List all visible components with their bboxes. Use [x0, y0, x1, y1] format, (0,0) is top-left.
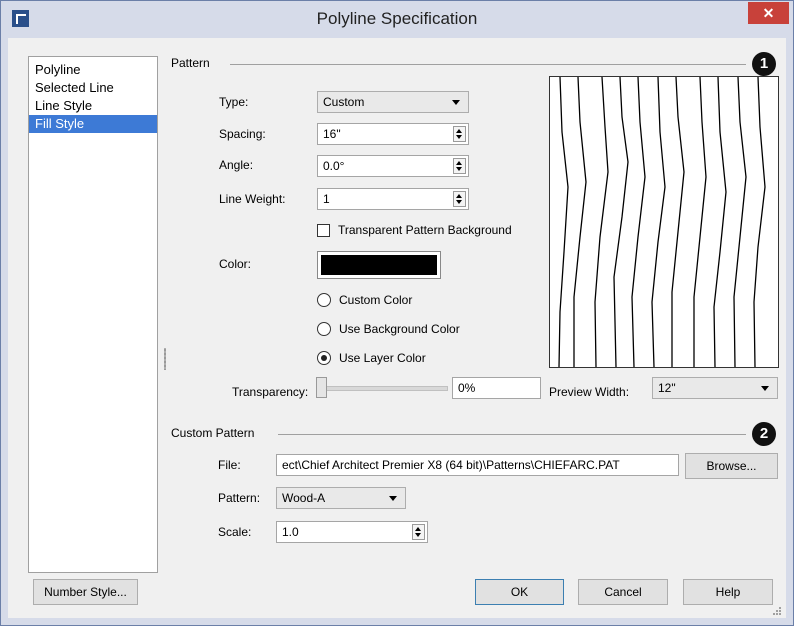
- callout-badge-1: 1: [752, 52, 776, 76]
- browse-button[interactable]: Browse...: [685, 453, 778, 479]
- pattern-value: Wood-A: [282, 491, 326, 505]
- spinner-icon[interactable]: [412, 524, 425, 540]
- radio-custom-color[interactable]: [317, 293, 331, 307]
- transparency-slider[interactable]: [318, 386, 448, 391]
- color-fill: [321, 255, 437, 275]
- type-dropdown[interactable]: Custom: [317, 91, 469, 113]
- color-swatch[interactable]: [317, 251, 441, 279]
- scale-label: Scale:: [218, 525, 252, 539]
- close-button[interactable]: ✕: [748, 2, 789, 24]
- title-bar: Polyline Specification ✕: [1, 1, 793, 37]
- custom-pattern-divider: [278, 434, 746, 435]
- spinner-icon[interactable]: [453, 191, 466, 207]
- angle-label: Angle:: [219, 158, 254, 172]
- pattern-dropdown[interactable]: Wood-A: [276, 487, 406, 509]
- background-color-label: Use Background Color: [339, 322, 460, 336]
- resize-grip-icon[interactable]: [772, 604, 782, 615]
- spacing-field[interactable]: 16": [317, 123, 469, 145]
- type-value: Custom: [323, 95, 365, 109]
- preview-width-dropdown[interactable]: 12": [652, 377, 778, 399]
- pattern-preview-graphic: [558, 76, 766, 368]
- angle-field[interactable]: 0.0°: [317, 155, 469, 177]
- transparency-label: Transparency:: [232, 385, 309, 399]
- spacing-value: 16": [323, 127, 341, 141]
- number-style-button[interactable]: Number Style...: [33, 579, 138, 605]
- dialog-body: Polyline Selected Line Line Style Fill S…: [8, 38, 786, 618]
- callout-badge-2: 2: [752, 422, 776, 446]
- dropdown-arrow-icon: [452, 100, 460, 105]
- spinner-icon[interactable]: [453, 158, 466, 174]
- line-weight-label: Line Weight:: [219, 192, 286, 206]
- pattern-group-label: Pattern: [171, 56, 210, 70]
- preview-width-value: 12": [658, 381, 676, 395]
- dropdown-arrow-icon: [761, 386, 769, 391]
- custom-pattern-group-label: Custom Pattern: [171, 426, 255, 440]
- sidebar-item-fill-style[interactable]: Fill Style: [29, 115, 157, 133]
- line-weight-field[interactable]: 1: [317, 188, 469, 210]
- preview-width-label: Preview Width:: [549, 385, 630, 399]
- help-button[interactable]: Help: [683, 579, 773, 605]
- transparency-slider-thumb[interactable]: [316, 377, 327, 398]
- file-label: File:: [218, 458, 241, 472]
- close-icon: ✕: [762, 5, 775, 21]
- file-path-field[interactable]: ect\Chief Architect Premier X8 (64 bit)\…: [276, 454, 679, 476]
- dialog-window: Polyline Specification ✕ Polyline Select…: [0, 0, 794, 626]
- spacing-label: Spacing:: [219, 127, 266, 141]
- type-label: Type:: [219, 95, 249, 109]
- ok-button[interactable]: OK: [475, 579, 564, 605]
- pattern-label: Pattern:: [218, 491, 261, 505]
- custom-color-label: Custom Color: [339, 293, 413, 307]
- file-path-value: ect\Chief Architect Premier X8 (64 bit)\…: [282, 458, 620, 472]
- layer-color-label: Use Layer Color: [339, 351, 426, 365]
- color-label: Color:: [219, 257, 252, 271]
- scale-value: 1.0: [282, 525, 299, 539]
- sidebar-item-selected-line[interactable]: Selected Line: [29, 79, 157, 97]
- splitter-grip[interactable]: [164, 348, 166, 370]
- angle-value: 0.0°: [323, 159, 345, 173]
- pattern-divider: [230, 64, 746, 65]
- transparent-bg-checkbox[interactable]: [317, 224, 330, 237]
- transparent-bg-label: Transparent Pattern Background: [338, 223, 512, 237]
- cancel-button[interactable]: Cancel: [578, 579, 668, 605]
- dialog-title: Polyline Specification: [316, 9, 478, 28]
- dropdown-arrow-icon: [389, 496, 397, 501]
- scale-field[interactable]: 1.0: [276, 521, 428, 543]
- line-weight-value: 1: [323, 192, 330, 206]
- transparency-value: 0%: [458, 381, 476, 395]
- transparency-field[interactable]: 0%: [452, 377, 541, 399]
- radio-background-color[interactable]: [317, 322, 331, 336]
- sidebar-item-polyline[interactable]: Polyline: [29, 61, 157, 79]
- spinner-icon[interactable]: [453, 126, 466, 142]
- sidebar-list: Polyline Selected Line Line Style Fill S…: [28, 56, 158, 573]
- pattern-preview: [549, 76, 779, 368]
- sidebar-item-line-style[interactable]: Line Style: [29, 97, 157, 115]
- radio-layer-color[interactable]: [317, 351, 331, 365]
